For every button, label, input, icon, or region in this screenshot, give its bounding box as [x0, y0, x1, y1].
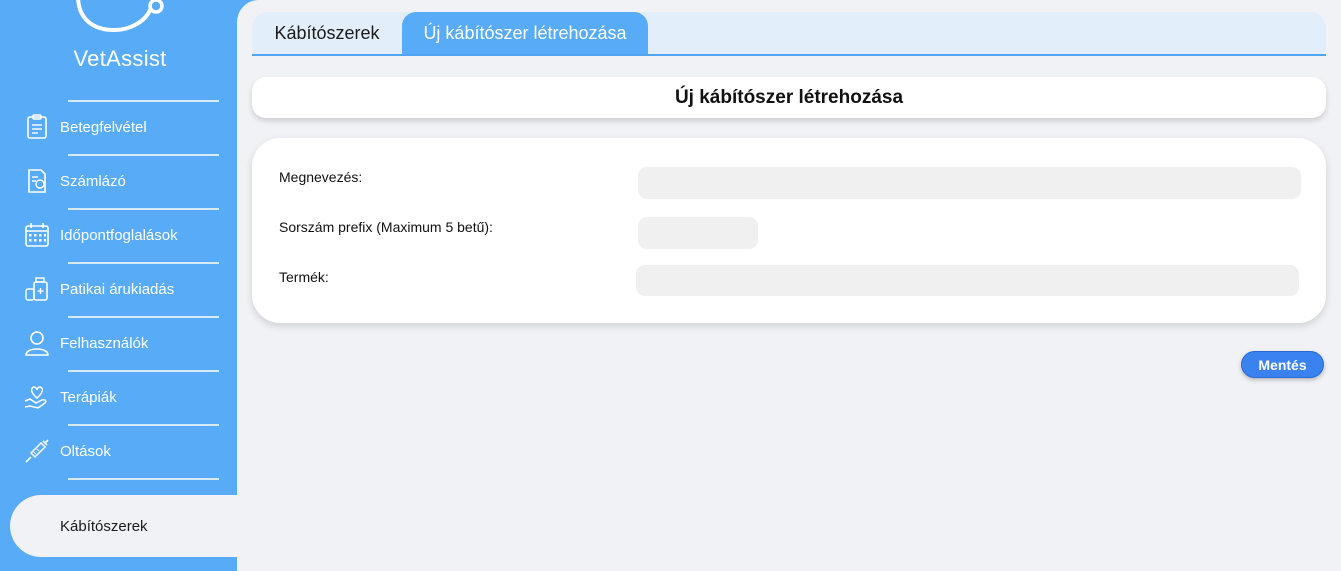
save-button[interactable]: Mentés	[1241, 351, 1324, 378]
sidebar-item-label: Betegfelvétel	[60, 118, 147, 136]
prefix-label: Sorszám prefix (Maximum 5 betű):	[279, 219, 493, 235]
pharmacy-bottles-icon	[25, 277, 48, 301]
sidebar-item-label: Felhasználók	[60, 334, 149, 352]
app-logo-text: VetAssist	[73, 46, 167, 71]
user-icon	[25, 331, 49, 356]
sidebar-item-label: Kábítószerek	[60, 517, 148, 535]
sidebar-item-kabitoszerek[interactable]: Kábítószerek	[10, 495, 237, 557]
nav-divider	[68, 478, 219, 480]
sidebar-item-label: Patikai árukiadás	[60, 280, 175, 298]
sidebar-item-label: Számlázó	[60, 172, 126, 190]
prefix-input[interactable]	[638, 217, 758, 249]
stethoscope-logo-icon	[76, 0, 164, 33]
syringe-icon	[25, 439, 49, 463]
heart-hand-icon	[24, 386, 47, 409]
sidebar-item-felhasznalok[interactable]: Felhasználók	[0, 317, 237, 369]
sidebar-item-patikai-arukiadas[interactable]: Patikai árukiadás	[0, 263, 237, 315]
sidebar-item-label: Oltások	[60, 442, 111, 460]
form-card: Megnevezés: Sorszám prefix (Maximum 5 be…	[252, 138, 1326, 323]
sidebar-item-szamlazo[interactable]: Számlázó	[0, 155, 237, 207]
name-input[interactable]	[638, 167, 1301, 199]
main-content: Kábítószerek Új kábítószer létrehozása Ú…	[237, 0, 1341, 571]
sidebar-item-betegfelvetel[interactable]: Betegfelvétel	[0, 101, 237, 153]
sidebar-item-oltasok[interactable]: Oltások	[0, 425, 237, 477]
patient-file-icon	[27, 114, 47, 139]
tab-uj-kabitoszer[interactable]: Új kábítószer létrehozása	[402, 12, 648, 54]
page-title: Új kábítószer létrehozása	[252, 77, 1326, 118]
sidebar-item-idopontfoglalasok[interactable]: Időpontfoglalások	[0, 209, 237, 261]
name-label: Megnevezés:	[279, 169, 363, 185]
sidebar-item-label: Terápiák	[60, 388, 117, 406]
product-label: Termék:	[279, 269, 329, 285]
sidebar: VetAssist Betegfelvétel Számlázó Időpont…	[0, 0, 237, 571]
tab-kabitoszerek[interactable]: Kábítószerek	[252, 12, 402, 54]
sidebar-item-terapiak[interactable]: Terápiák	[0, 371, 237, 423]
calendar-icon	[25, 223, 49, 247]
invoice-icon	[28, 169, 46, 193]
tab-bar: Kábítószerek Új kábítószer létrehozása	[252, 12, 1326, 56]
sidebar-item-label: Időpontfoglalások	[60, 226, 178, 244]
product-input[interactable]	[636, 265, 1299, 296]
